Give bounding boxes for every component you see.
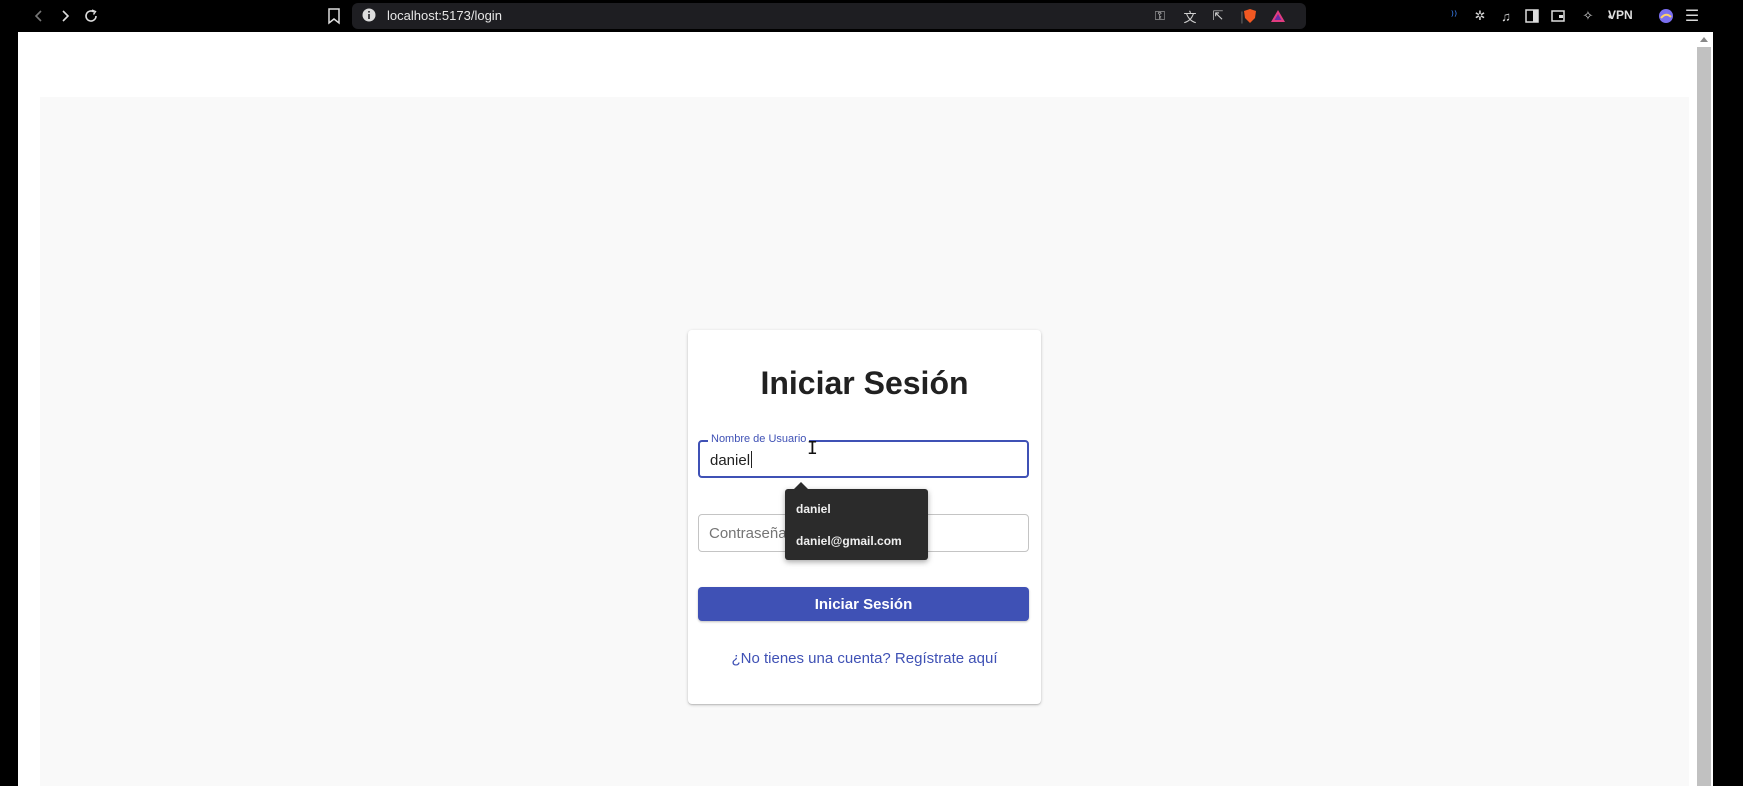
sidebar-icon[interactable]: [1522, 6, 1542, 26]
username-field[interactable]: Nombre de Usuario daniel: [698, 433, 1029, 478]
autocomplete-item[interactable]: daniel@gmail.com: [796, 534, 902, 548]
bookmark-icon[interactable]: [326, 7, 342, 25]
username-label: Nombre de Usuario: [708, 433, 810, 445]
info-icon[interactable]: [362, 8, 376, 22]
login-button[interactable]: Iniciar Sesión: [698, 587, 1029, 621]
extensions-icon[interactable]: ✲: [1470, 6, 1490, 26]
ibeam-cursor-icon: I: [807, 438, 818, 459]
vpn-label[interactable]: VPN: [1608, 8, 1633, 22]
leo-ai-icon[interactable]: ✧: [1578, 6, 1598, 26]
register-link[interactable]: ¿No tienes una cuenta? Regístrate aquí: [688, 650, 1041, 667]
browser-toolbar: localhost:5173/login ⚿ 文 ⇱ | ⁾⁾ ✲ ♫ ✧ ● …: [0, 0, 1743, 32]
scrollbar-thumb[interactable]: [1697, 47, 1711, 786]
autocomplete-item[interactable]: daniel: [796, 502, 831, 516]
share-icon[interactable]: ⇱: [1208, 6, 1228, 26]
speech-icon[interactable]: ⁾⁾: [1444, 6, 1464, 26]
password-key-icon[interactable]: ⚿: [1150, 6, 1170, 26]
chevron-left-icon: [34, 10, 42, 22]
reload-icon: [85, 9, 97, 22]
brave-rewards-icon[interactable]: [1268, 6, 1288, 26]
forward-button[interactable]: [55, 6, 75, 26]
wallet-icon[interactable]: [1548, 6, 1568, 26]
username-value: daniel: [710, 452, 751, 469]
reload-button[interactable]: [81, 6, 101, 26]
autocomplete-dropdown: daniel daniel@gmail.com: [785, 482, 928, 560]
password-input[interactable]: Contraseña: [709, 525, 787, 542]
translate-icon[interactable]: 文: [1180, 6, 1200, 26]
menu-icon[interactable]: ☰: [1682, 6, 1702, 26]
username-input[interactable]: daniel: [710, 451, 753, 469]
url-text[interactable]: localhost:5173/login: [387, 8, 502, 23]
music-icon[interactable]: ♫: [1496, 6, 1516, 26]
page-title: Iniciar Sesión: [760, 365, 969, 401]
scroll-up-icon[interactable]: [1700, 37, 1708, 42]
chevron-right-icon: [62, 10, 70, 22]
brave-shield-icon[interactable]: [1240, 6, 1260, 26]
back-button[interactable]: [29, 6, 49, 26]
profile-avatar-icon[interactable]: [1656, 6, 1676, 26]
text-caret: [751, 451, 753, 468]
